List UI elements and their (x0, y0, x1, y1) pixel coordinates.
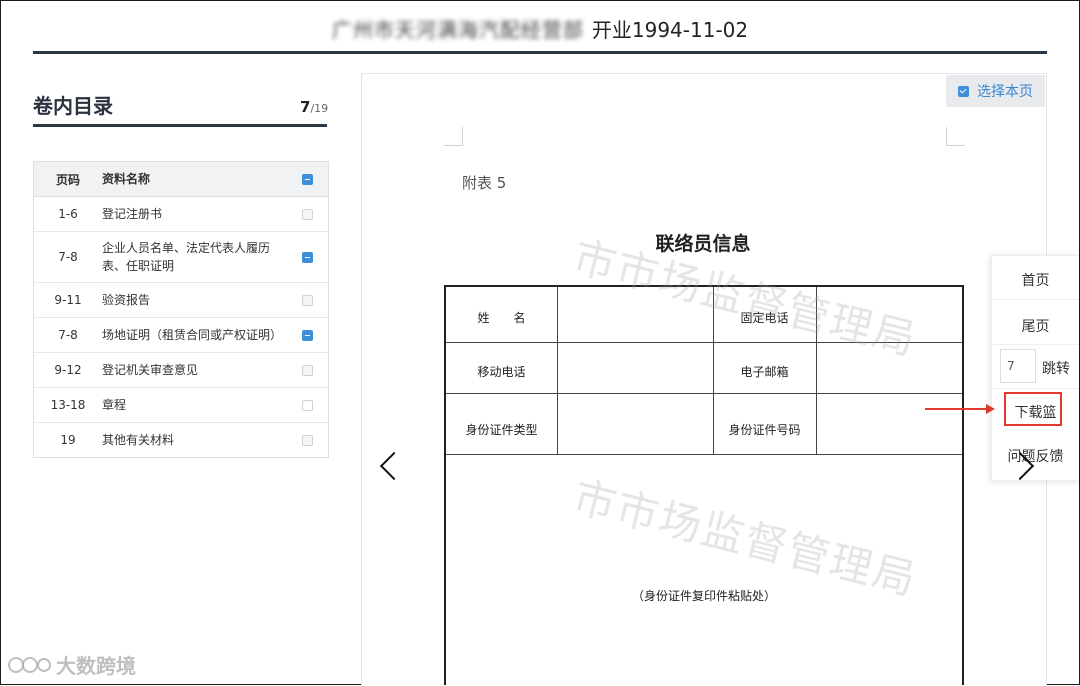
toc-row-checkbox[interactable] (301, 364, 313, 376)
annotation-arrow-icon (925, 404, 995, 414)
current-page: 7 (300, 98, 311, 116)
document-title: 联络员信息 (655, 233, 751, 255)
document-appendix-label: 附表 5 (462, 174, 507, 192)
toc-row[interactable]: 9-11 验资报告 (34, 283, 328, 318)
col-header-page: 页码 (55, 172, 80, 187)
toc-row[interactable]: 1-6 登记注册书 (34, 197, 328, 232)
opened-date-label: 开业1994-11-02 (591, 18, 749, 42)
toc-row-pages: 13-18 (50, 398, 86, 412)
toc-header-row: 页码 资料名称 (34, 162, 328, 197)
toc-title: 卷内目录 (33, 94, 113, 118)
field-label-name: 姓 名 (477, 311, 526, 325)
toc-row-pages: 9-11 (54, 293, 82, 307)
toc-divider (33, 124, 327, 127)
jump-button[interactable]: 跳转 (1042, 358, 1070, 378)
feedback-button[interactable]: 问题反馈 (992, 446, 1079, 466)
download-basket-highlight (1004, 392, 1062, 426)
toc-row-checkbox[interactable] (301, 434, 313, 446)
toc-row-name: 场地证明（租赁合同或产权证明） (102, 328, 283, 342)
header-divider (33, 51, 1047, 54)
watermark-logo-text: 大数跨境 (56, 654, 136, 678)
toc-table: 页码 资料名称 1-6 登记注册书 7-8 企业人员名单、法定代表人履历表、任职… (33, 161, 329, 458)
toc-row[interactable]: 7-8 场地证明（租赁合同或产权证明） (34, 318, 328, 353)
field-label-mobile: 移动电话 (477, 365, 526, 379)
jump-page-input[interactable] (1000, 349, 1036, 383)
field-label-email: 电子邮箱 (740, 365, 789, 379)
tool-divider (992, 388, 1079, 389)
toc-row[interactable]: 19 其他有关材料 (34, 423, 328, 457)
toc-row-checkbox[interactable] (301, 294, 313, 306)
toc-row-checkbox[interactable] (301, 399, 313, 411)
field-label-id-number: 身份证件号码 (728, 423, 801, 437)
crop-mark-top-right (946, 127, 965, 146)
field-label-id-type: 身份证件类型 (465, 423, 538, 437)
tool-divider (992, 299, 1079, 300)
toc-row-pages: 1-6 (58, 207, 78, 221)
toc-row-name: 登记注册书 (102, 207, 163, 221)
total-pages: /19 (310, 102, 329, 115)
toc-row-checkbox[interactable] (301, 329, 313, 341)
table-line (446, 393, 962, 394)
select-page-button[interactable]: 选择本页 (946, 75, 1045, 107)
toc-row-name: 验资报告 (102, 293, 151, 307)
select-all-checkbox[interactable] (301, 173, 313, 185)
tool-divider (992, 344, 1079, 345)
logo-mark-icon (8, 656, 51, 673)
toc-row-checkbox[interactable] (301, 208, 313, 220)
toc-row-pages: 7-8 (58, 328, 78, 342)
company-name-blurred: 广州市天河满海汽配经营部 (331, 18, 584, 42)
toc-row-pages: 9-12 (54, 363, 82, 377)
crop-mark-top-left (444, 127, 463, 146)
toc-row[interactable]: 9-12 登记机关审查意见 (34, 353, 328, 388)
toc-row-name: 章程 (102, 398, 127, 412)
watermark-logo: 大数跨境 (8, 650, 136, 679)
select-page-label: 选择本页 (977, 84, 1033, 100)
last-page-button[interactable]: 尾页 (992, 316, 1079, 336)
table-line (557, 287, 558, 454)
page-header: 广州市天河满海汽配经营部 开业1994-11-02 (0, 14, 1080, 43)
checkbox-checked-icon (958, 85, 969, 97)
table-line (446, 454, 962, 455)
page-counter: 7/19 (300, 98, 328, 116)
toc-row[interactable]: 13-18 章程 (34, 388, 328, 423)
col-header-name: 资料名称 (102, 172, 151, 186)
toc-row-pages: 19 (60, 433, 76, 447)
toc-row-name: 其他有关材料 (102, 433, 175, 447)
toc-row-name: 登记机关审查意见 (102, 363, 199, 377)
first-page-button[interactable]: 首页 (992, 270, 1079, 290)
tool-panel: 首页 尾页 跳转 下载篮 问题反馈 (991, 255, 1079, 481)
